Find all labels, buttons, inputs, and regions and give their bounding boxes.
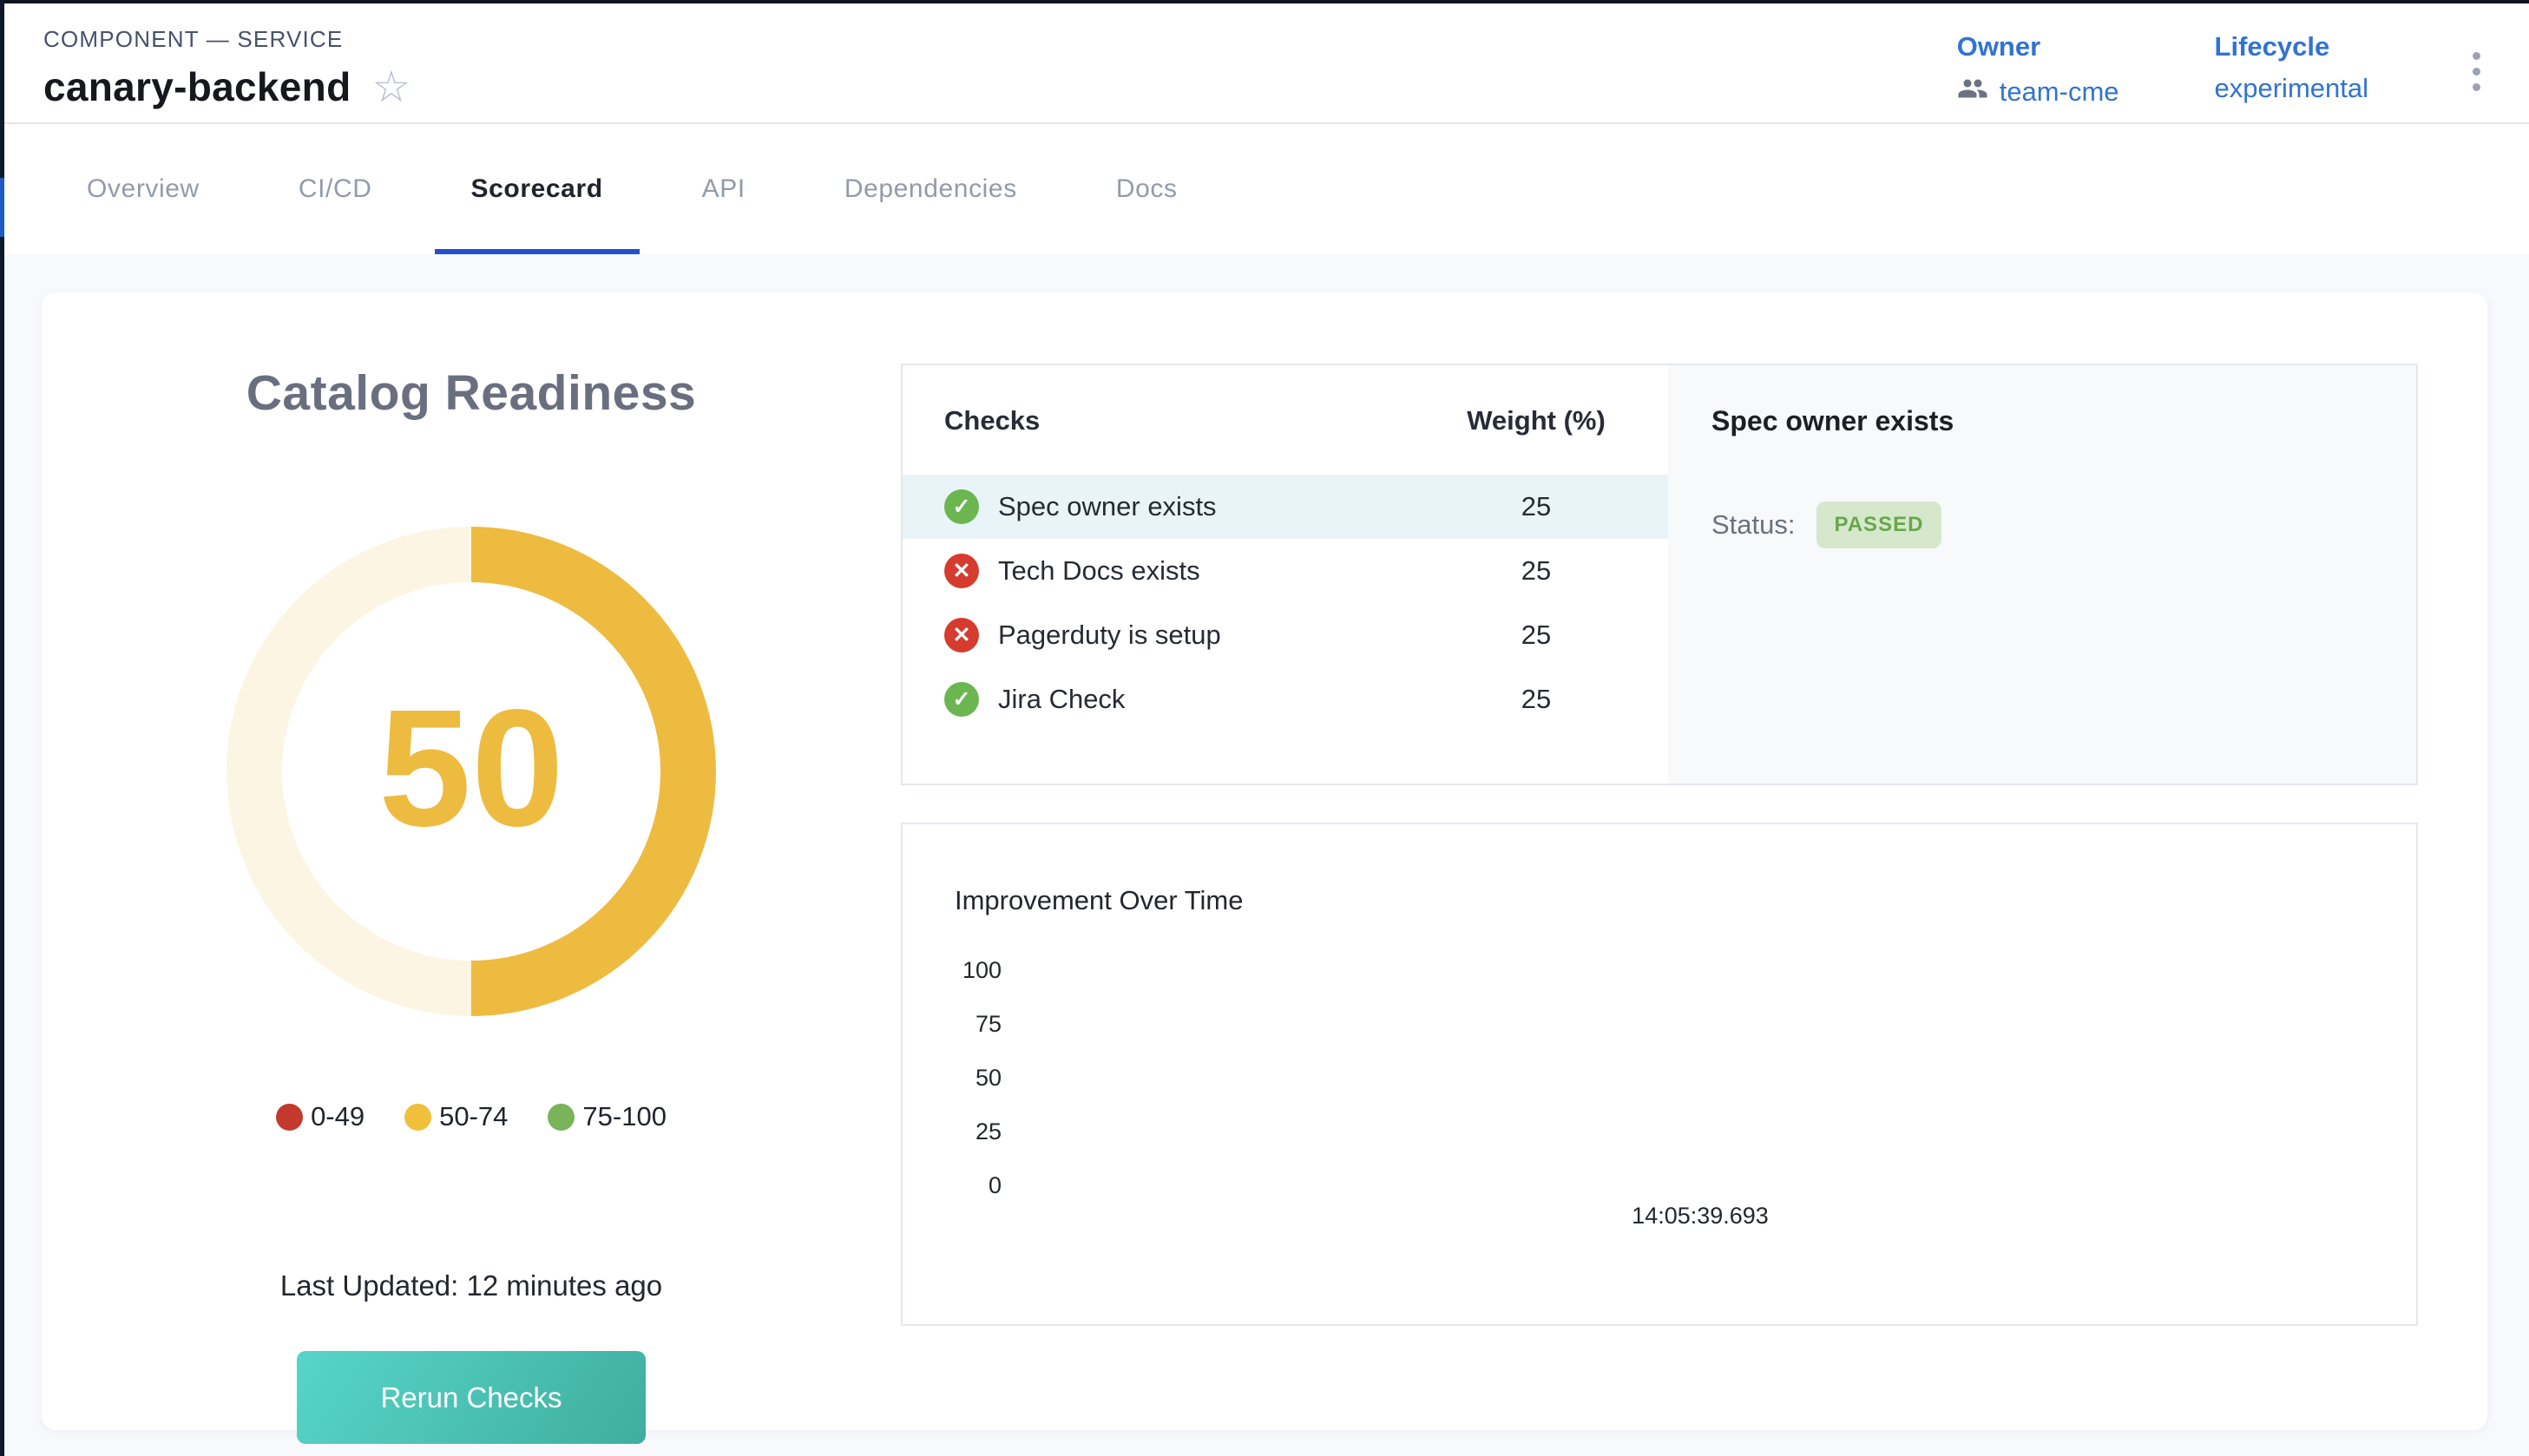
check-detail-title: Spec owner exists [1711, 405, 2373, 437]
last-updated-text: Last Updated: 12 minutes ago [42, 1269, 901, 1302]
left-nav-rail [0, 0, 4, 1456]
entity-kind-breadcrumb: COMPONENT — SERVICE [43, 26, 411, 53]
owner-value[interactable]: team-cme [1957, 73, 2119, 111]
left-nav-rail-active-indicator [0, 178, 4, 237]
entity-header-left: COMPONENT — SERVICE canary-backend ☆ [43, 26, 411, 122]
people-icon [1957, 73, 1988, 111]
legend-dot-yellow [404, 1104, 431, 1131]
legend-dot-red [276, 1104, 303, 1131]
check-passed-icon [944, 489, 979, 524]
check-detail-panel: Spec owner exists Status: PASSED [1668, 365, 2416, 784]
y-axis-tick: 0 [934, 1172, 1002, 1199]
legend-item-high: 75-100 [548, 1101, 667, 1132]
tab-cicd[interactable]: CI/CD [299, 124, 372, 254]
y-axis-tick: 50 [934, 1065, 1002, 1092]
checks-rows: Spec owner exists 25 Tech Docs exists 25… [903, 475, 1668, 731]
score-gauge: 50 [224, 524, 719, 1019]
legend-item-low: 0-49 [276, 1101, 365, 1132]
owner-meta: Owner team-cme [1957, 31, 2119, 111]
entity-header: COMPONENT — SERVICE canary-backend ☆ Own… [4, 3, 2529, 124]
checks-table-header: Checks Weight (%) [903, 405, 1668, 436]
y-axis-tick: 25 [934, 1118, 1002, 1145]
owner-link[interactable]: team-cme [2000, 76, 2119, 108]
entity-tabs: Overview CI/CD Scorecard API Dependencie… [4, 124, 2529, 254]
legend-item-mid: 50-74 [404, 1101, 508, 1132]
legend-dot-green [548, 1104, 575, 1131]
table-row[interactable]: Pagerduty is setup 25 [903, 603, 1668, 667]
rerun-checks-button[interactable]: Rerun Checks [297, 1351, 646, 1444]
catalog-readiness-title: Catalog Readiness [42, 364, 901, 422]
page-title: canary-backend [43, 63, 351, 110]
tab-docs[interactable]: Docs [1116, 124, 1178, 254]
score-value: 50 [378, 672, 564, 863]
window-top-edge [0, 0, 2529, 3]
more-options-kebab-icon[interactable] [2464, 40, 2489, 103]
checks-column-header: Checks [944, 405, 1404, 436]
tab-overview[interactable]: Overview [87, 124, 200, 254]
favorite-star-icon[interactable]: ☆ [371, 65, 411, 108]
tab-api[interactable]: API [702, 124, 746, 254]
entity-header-meta: Owner team-cme Lifecycle experimental [1957, 26, 2489, 122]
status-badge: PASSED [1816, 502, 1942, 548]
score-legend: 0-49 50-74 75-100 [42, 1101, 901, 1132]
check-failed-icon [944, 554, 979, 588]
chart-title: Improvement Over Time [955, 885, 1243, 916]
table-row[interactable]: Spec owner exists 25 [903, 475, 1668, 539]
lifecycle-label: Lifecycle [2215, 31, 2368, 62]
check-passed-icon [944, 682, 979, 717]
y-axis-tick: 100 [934, 957, 1002, 984]
entity-title-row: canary-backend ☆ [43, 63, 411, 110]
table-row[interactable]: Jira Check 25 [903, 667, 1668, 731]
checks-table: Checks Weight (%) Spec owner exists 25 T… [903, 365, 1668, 784]
check-status-row: Status: PASSED [1711, 502, 2373, 548]
lifecycle-value: experimental [2215, 73, 2368, 104]
tab-scorecard[interactable]: Scorecard [471, 124, 603, 254]
owner-label: Owner [1957, 31, 2119, 62]
page: COMPONENT — SERVICE canary-backend ☆ Own… [4, 3, 2529, 1430]
checks-panel: Checks Weight (%) Spec owner exists 25 T… [901, 364, 2418, 785]
check-failed-icon [944, 618, 979, 653]
catalog-readiness-section: Catalog Readiness 50 0-49 50-74 [42, 292, 901, 1444]
status-label: Status: [1711, 509, 1796, 541]
improvement-chart-panel: Improvement Over Time 100 75 50 25 0 14:… [901, 823, 2418, 1326]
table-row[interactable]: Tech Docs exists 25 [903, 539, 1668, 603]
lifecycle-meta: Lifecycle experimental [2215, 31, 2368, 104]
x-axis-tick: 14:05:39.693 [1570, 1203, 1830, 1230]
weight-column-header: Weight (%) [1404, 405, 1668, 436]
y-axis-tick: 75 [934, 1011, 1002, 1038]
tab-dependencies[interactable]: Dependencies [844, 124, 1017, 254]
scorecard-card: Catalog Readiness 50 0-49 50-74 [42, 292, 2487, 1430]
